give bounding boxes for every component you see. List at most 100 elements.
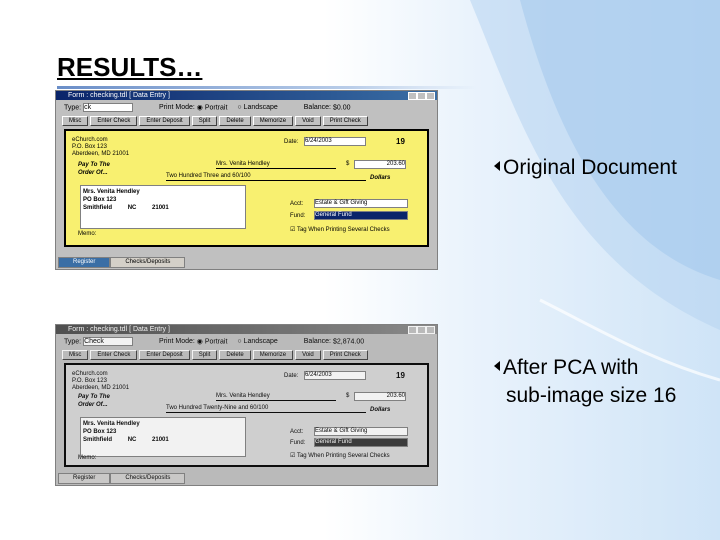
pay-to-label: Pay To The Order Of... (78, 393, 110, 409)
bullet-original-text: Original Document (503, 156, 677, 179)
fund-select[interactable]: General Fund (314, 211, 408, 220)
payee-address-box[interactable]: Mrs. Venita Hendley PO Box 123 Smithfiel… (80, 185, 246, 229)
tag-checkbox[interactable]: ☑ Tag When Printing Several Checks (290, 226, 390, 233)
window-titlebar: Form : checking.tdl [ Data Entry ] (56, 91, 437, 100)
payee-address-box[interactable]: Mrs. Venita Hendley PO Box 123 Smithfiel… (80, 417, 246, 457)
date-value: 6/24/2003 (305, 372, 332, 378)
tag-checkbox[interactable]: ☑ Tag When Printing Several Checks (290, 452, 390, 459)
tab-checks-deposits[interactable]: Checks/Deposits (110, 257, 186, 268)
minimize-button[interactable] (408, 326, 417, 334)
type-select[interactable]: Check (83, 337, 134, 346)
tab-checks-deposits[interactable]: Checks/Deposits (110, 473, 186, 484)
portrait-label: Portrait (204, 338, 228, 346)
date-field[interactable]: 6/24/2003 (304, 137, 366, 146)
date-field[interactable]: 6/24/2003 (304, 371, 366, 380)
pca-document-window: Form : checking.tdl [ Data Entry ] Type:… (55, 324, 438, 486)
order-of-text: Order Of... (78, 402, 108, 408)
amount-value: 203.60 (386, 161, 405, 167)
type-select[interactable]: ck (83, 103, 134, 112)
type-label: Type: (64, 338, 82, 346)
portrait-label: Portrait (204, 104, 228, 112)
void-button[interactable]: Void (295, 116, 321, 126)
bullet-pca-line1: After PCA with (503, 356, 639, 379)
type-value: ck (84, 104, 92, 111)
void-button[interactable]: Void (295, 350, 321, 360)
date-label: Date: (284, 139, 299, 145)
payee-field[interactable]: Mrs. Venita Hendley (216, 393, 336, 401)
pay-to-label: Pay To The Order Of... (78, 161, 110, 177)
enter-check-button[interactable]: Enter Check (90, 116, 138, 126)
delete-button[interactable]: Delete (219, 350, 251, 360)
acct-select[interactable]: Estate & Gift Giving (314, 427, 408, 436)
balance-value: $0.00 (332, 104, 351, 112)
payee-value: Mrs. Venita Hendley (216, 161, 270, 167)
acct-select[interactable]: Estate & Gift Giving (314, 199, 408, 208)
order-of-text: Order Of... (78, 170, 108, 176)
close-button[interactable] (426, 92, 435, 100)
minimize-button[interactable] (408, 92, 417, 100)
tag-label: Tag When Printing Several Checks (296, 227, 390, 233)
enter-deposit-button[interactable]: Enter Deposit (139, 116, 190, 126)
delete-button[interactable]: Delete (219, 116, 251, 126)
address-line: Smithfield (83, 205, 113, 211)
amount-words-field[interactable]: Two Hundred Twenty-Nine and 60/100 (166, 405, 366, 413)
acct-label: Acct: (290, 429, 304, 435)
portrait-radio[interactable]: ◉ Portrait (197, 338, 228, 345)
enter-deposit-button[interactable]: Enter Deposit (139, 350, 190, 360)
maximize-button[interactable] (417, 326, 426, 334)
landscape-radio[interactable]: ○ Landscape (237, 104, 277, 111)
amount-field[interactable]: 203.60 (354, 160, 406, 169)
tag-label: Tag When Printing Several Checks (296, 453, 390, 459)
maximize-button[interactable] (417, 92, 426, 100)
pay-to-text: Pay To The (78, 162, 110, 168)
window-title: Form : checking.tdl [ Data Entry ] (68, 92, 170, 99)
amount-field[interactable]: 203.60 (354, 392, 406, 401)
amount-words-field[interactable]: Two Hundred Three and 60/100 (166, 173, 366, 181)
window-title: Form : checking.tdl [ Data Entry ] (68, 326, 170, 333)
print-mode-label: Print Mode: (159, 104, 195, 112)
address-line: Mrs. Venita Hendley (83, 421, 140, 427)
print-check-button[interactable]: Print Check (322, 350, 368, 360)
print-check-button[interactable]: Print Check (322, 116, 368, 126)
check-number: 19 (396, 137, 405, 146)
amount-value: 203.60 (386, 393, 405, 399)
memorize-button[interactable]: Memorize (252, 116, 294, 126)
split-button[interactable]: Split (191, 350, 218, 360)
tab-register[interactable]: Register (58, 257, 111, 268)
address-line: PO Box 123 (83, 429, 117, 435)
check-number: 19 (396, 371, 405, 380)
fund-value: General Fund (315, 212, 352, 218)
original-document-window: Form : checking.tdl [ Data Entry ] Type:… (55, 90, 438, 270)
address-state: NC (127, 437, 137, 443)
slide-title: RESULTS… (57, 52, 203, 82)
enter-check-button[interactable]: Enter Check (90, 350, 138, 360)
bullet-pca: After PCA with sub-image size 16 (494, 354, 676, 410)
misc-button[interactable]: Misc (62, 350, 89, 360)
window-titlebar: Form : checking.tdl [ Data Entry ] (56, 325, 437, 334)
landscape-radio[interactable]: ○ Landscape (237, 338, 277, 345)
tab-bar: Register Checks/Deposits (58, 257, 186, 268)
payer-line: eChurch.com (72, 371, 108, 377)
title-underline-bar (57, 86, 477, 89)
tab-register[interactable]: Register (58, 473, 111, 484)
fund-value: General Fund (315, 439, 352, 445)
portrait-radio[interactable]: ◉ Portrait (197, 104, 228, 111)
fund-select[interactable]: General Fund (314, 438, 408, 447)
print-mode-label: Print Mode: (159, 338, 195, 346)
memorize-button[interactable]: Memorize (252, 350, 294, 360)
close-button[interactable] (426, 326, 435, 334)
amount-words-value: Two Hundred Twenty-Nine and 60/100 (166, 405, 269, 411)
payer-address: eChurch.com P.O. Box 123 Aberdeen, MD 21… (72, 371, 129, 392)
split-button[interactable]: Split (191, 116, 218, 126)
type-label: Type: (64, 104, 82, 112)
payee-field[interactable]: Mrs. Venita Hendley (216, 161, 336, 169)
payee-value: Mrs. Venita Hendley (216, 393, 270, 399)
tab-bar: Register Checks/Deposits (58, 473, 186, 484)
acct-value: Estate & Gift Giving (315, 200, 368, 206)
address-line: Mrs. Venita Hendley (83, 189, 140, 195)
payer-line: Aberdeen, MD 21001 (72, 151, 130, 157)
bullet-arrow-icon (494, 161, 500, 171)
pay-to-text: Pay To The (78, 394, 110, 400)
misc-button[interactable]: Misc (62, 116, 89, 126)
toolbar: Misc Enter Check Enter Deposit Split Del… (62, 116, 370, 126)
